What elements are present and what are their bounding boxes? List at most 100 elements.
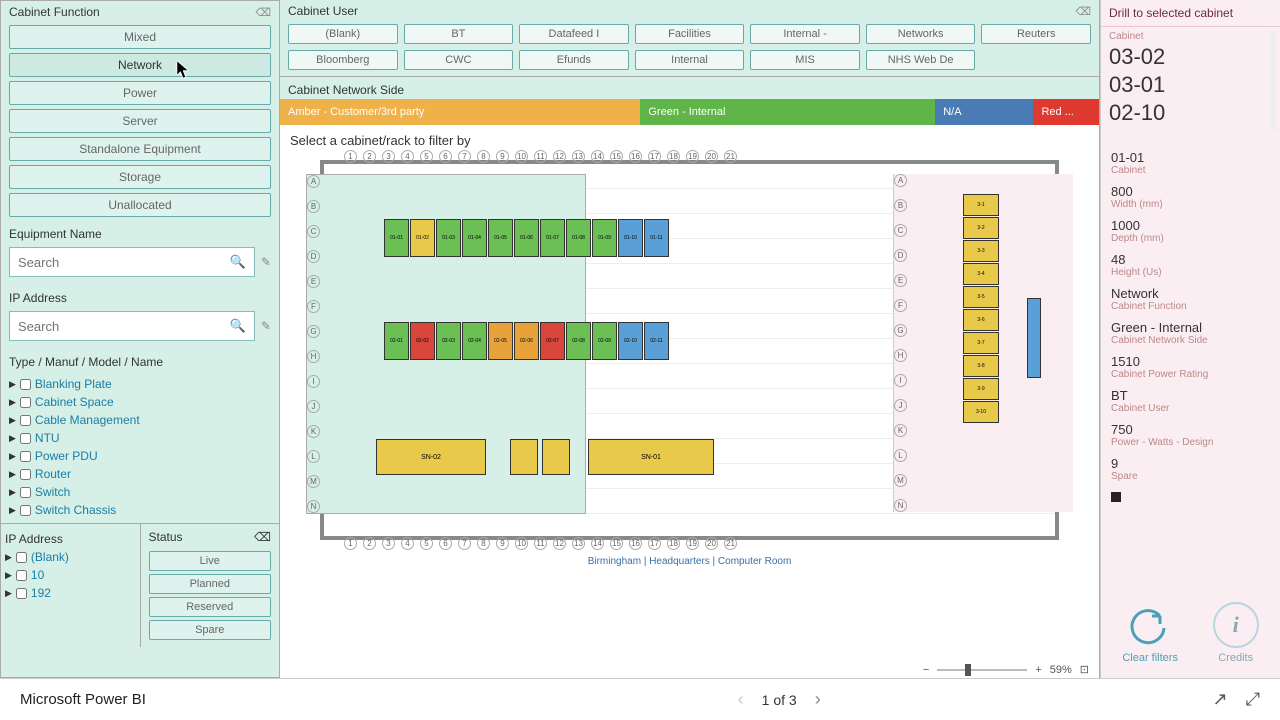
cabinet-function-network[interactable]: Network [9,53,271,77]
cabinet-user-button[interactable]: Efunds [519,50,629,70]
cabinet[interactable]: 01-01 [384,219,409,257]
cabinet-user-button[interactable]: CWC [404,50,514,70]
cabinet[interactable]: 02-04 [462,322,487,360]
tree-item[interactable]: ▶Cabinet Space [9,393,271,411]
ip-checkbox[interactable] [16,570,27,581]
tree-item[interactable]: ▶NTU [9,429,271,447]
cabinet[interactable]: 01-06 [514,219,539,257]
legend-na[interactable]: N/A [935,99,1033,125]
tree-checkbox[interactable] [20,451,31,462]
cabinet[interactable]: 3-9 [963,378,999,400]
cabinet[interactable]: 3-3 [963,240,999,262]
drill-cabinet-item[interactable]: 02-10 [1109,100,1272,126]
cabinet-function-server[interactable]: Server [9,109,271,133]
equipment-search-input[interactable] [18,255,230,270]
ip-search-input[interactable] [18,319,230,334]
floor-plan[interactable]: 123456789101112131415161718192021 123456… [320,160,1059,540]
cabinet-block[interactable] [542,439,570,475]
cabinet-user-button[interactable]: Reuters [981,24,1091,44]
cabinet[interactable]: 3-10 [963,401,999,423]
zoom-slider[interactable] [937,669,1027,671]
cabinet-block[interactable] [1027,298,1041,378]
cabinet-function-power[interactable]: Power [9,81,271,105]
prev-page-button[interactable]: ‹ [738,689,744,710]
fullscreen-icon[interactable]: ⤢ [1246,689,1260,710]
cabinet[interactable]: 02-05 [488,322,513,360]
tree-checkbox[interactable] [20,397,31,408]
cabinet[interactable]: 02-08 [566,322,591,360]
cabinet[interactable]: 01-07 [540,219,565,257]
cabinet[interactable]: 02-10 [618,322,643,360]
equipment-search[interactable]: 🔍 [9,247,255,277]
cabinet[interactable]: 02-03 [436,322,461,360]
tree-item[interactable]: ▶Power PDU [9,447,271,465]
tree-checkbox[interactable] [20,415,31,426]
status-spare[interactable]: Spare [149,620,272,640]
cabinet[interactable]: 3-7 [963,332,999,354]
search-icon[interactable]: 🔍 [230,318,246,334]
cabinet-block[interactable]: SN-02 [376,439,486,475]
tree-checkbox[interactable] [20,469,31,480]
clear-filters-button[interactable]: Clear filters [1122,608,1178,664]
search-icon[interactable]: 🔍 [230,254,246,270]
legend-amber[interactable]: Amber - Customer/3rd party [280,99,640,125]
next-page-button[interactable]: › [815,689,821,710]
cabinet-user-button[interactable]: Facilities [635,24,745,44]
cabinet[interactable]: 01-02 [410,219,435,257]
cabinet[interactable]: 3-2 [963,217,999,239]
cabinet[interactable]: 02-11 [644,322,669,360]
cabinet-user-button[interactable]: Internal - [750,24,860,44]
cabinet-block[interactable]: SN-01 [588,439,714,475]
ip-item[interactable]: ▶10 [5,566,136,584]
tree-item[interactable]: ▶Router [9,465,271,483]
tree-checkbox[interactable] [20,487,31,498]
cabinet-function-unallocated[interactable]: Unallocated [9,193,271,217]
tree-item[interactable]: ▶Cable Management [9,411,271,429]
cabinet[interactable]: 3-8 [963,355,999,377]
zoom-fit-icon[interactable]: ⊡ [1080,663,1089,676]
cabinet[interactable]: 01-10 [618,219,643,257]
cabinet-block[interactable] [510,439,538,475]
tree-item[interactable]: ▶Switch [9,483,271,501]
cabinet[interactable]: 02-02 [410,322,435,360]
edit-icon[interactable]: ✎ [261,319,271,333]
cabinet[interactable]: 01-08 [566,219,591,257]
cabinet-function-standalone-equipment[interactable]: Standalone Equipment [9,137,271,161]
cabinet[interactable]: 02-01 [384,322,409,360]
status-live[interactable]: Live [149,551,272,571]
cabinet[interactable]: 02-07 [540,322,565,360]
zoom-in-button[interactable]: + [1035,664,1041,676]
cabinet-user-button[interactable]: Datafeed I [519,24,629,44]
scrollbar[interactable] [1270,31,1276,130]
eraser-icon[interactable]: ⌫ [1075,5,1091,18]
status-planned[interactable]: Planned [149,574,272,594]
cabinet[interactable]: 3-4 [963,263,999,285]
drill-cabinet-item[interactable]: 03-02 [1109,44,1272,70]
status-reserved[interactable]: Reserved [149,597,272,617]
cabinet[interactable]: 3-1 [963,194,999,216]
drill-cabinet-item[interactable]: 03-01 [1109,72,1272,98]
cabinet-function-mixed[interactable]: Mixed [9,25,271,49]
cabinet[interactable]: 01-09 [592,219,617,257]
cabinet[interactable]: 3-5 [963,286,999,308]
cabinet[interactable]: 01-04 [462,219,487,257]
tree-checkbox[interactable] [20,379,31,390]
cabinet[interactable]: 01-03 [436,219,461,257]
legend-red[interactable]: Red ... [1033,99,1099,125]
ip-item[interactable]: ▶192 [5,584,136,602]
ip-search[interactable]: 🔍 [9,311,255,341]
share-icon[interactable]: ↗ [1213,689,1228,710]
cabinet[interactable]: 01-05 [488,219,513,257]
zoom-out-button[interactable]: − [923,664,929,676]
cabinet[interactable]: 3-6 [963,309,999,331]
edit-icon[interactable]: ✎ [261,255,271,269]
cabinet-user-button[interactable]: MIS [750,50,860,70]
cabinet[interactable]: 01-11 [644,219,669,257]
cabinet-user-button[interactable]: (Blank) [288,24,398,44]
tree-checkbox[interactable] [20,505,31,516]
ip-checkbox[interactable] [16,588,27,599]
cabinet[interactable]: 02-06 [514,322,539,360]
tree-item[interactable]: ▶Blanking Plate [9,375,271,393]
cabinet-function-storage[interactable]: Storage [9,165,271,189]
legend-green[interactable]: Green - Internal [640,99,935,125]
